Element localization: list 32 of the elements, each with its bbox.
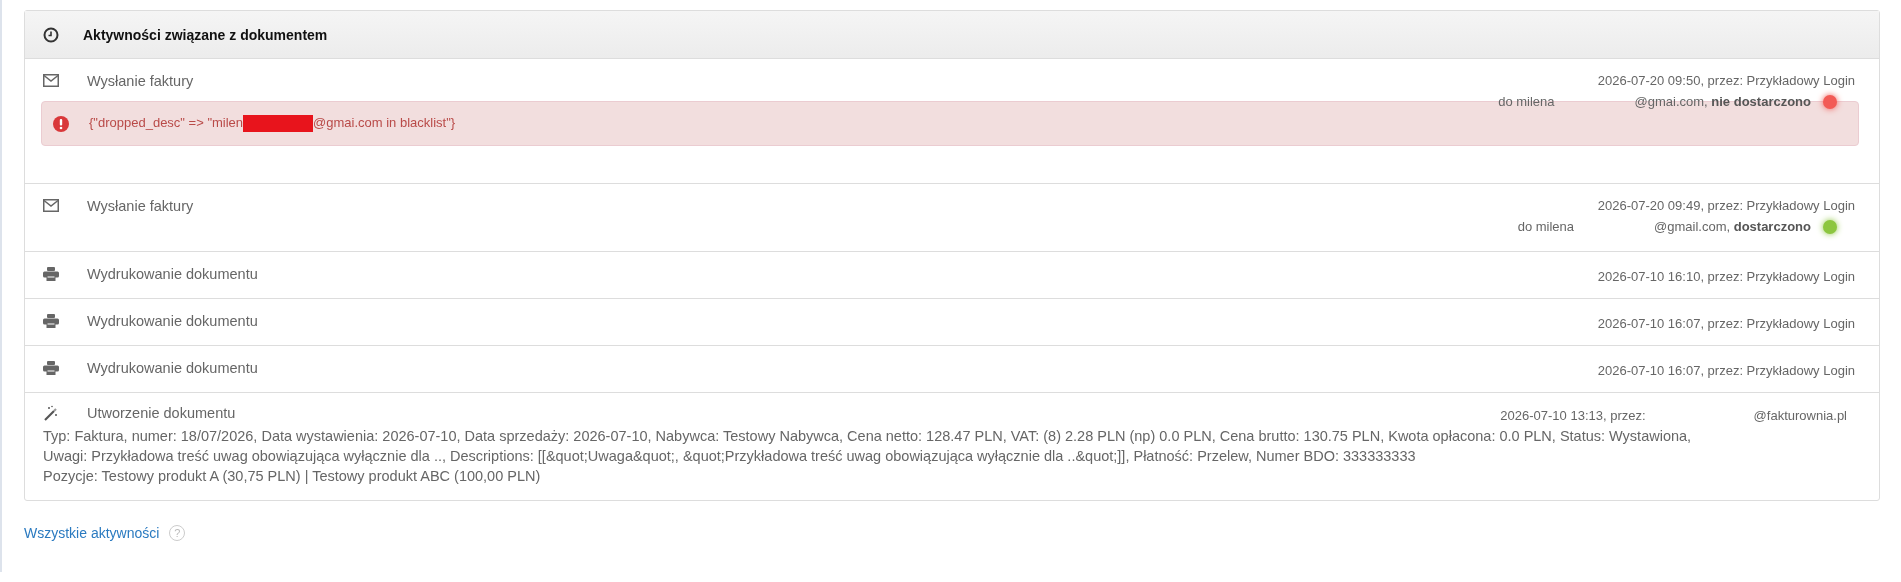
printer-icon <box>43 267 59 281</box>
panel-title: Aktywności związane z dokumentem <box>83 26 328 43</box>
activity-timestamp: 2026-07-10 16:07, przez: Przykładowy Login <box>1597 363 1855 378</box>
printer-icon <box>43 314 59 328</box>
activity-timestamp: 2026-07-20 09:49, przez: Przykładowy Login <box>1597 198 1855 213</box>
envelope-icon <box>43 74 59 87</box>
recipient-text: do milena <box>1498 94 1555 109</box>
redaction-mark <box>243 115 314 132</box>
author-email: @fakturownia.pl <box>1753 408 1847 423</box>
envelope-icon <box>43 199 59 212</box>
printer-icon <box>43 361 59 375</box>
error-message: @gmai.com in blacklist"} <box>313 115 456 132</box>
activity-timestamp: 2026-07-10 13:13, przez: <box>1500 408 1646 423</box>
activity-details: Pozycje: Testowy produkt A (30,75 PLN) | Testowy produkt ABC (100,00 PLN) <box>43 467 542 486</box>
activity-title: Utworzenie dokumentu <box>87 404 237 421</box>
activity-title: Wysłanie faktury <box>87 197 195 214</box>
error-message: {"dropped_desc" => "milen <box>89 115 244 132</box>
all-activities-link[interactable]: Wszystkie aktywności <box>24 525 160 541</box>
activity-timestamp: 2026-07-20 09:50, przez: Przykładowy Login <box>1597 73 1855 88</box>
clock-icon <box>43 26 59 43</box>
activity-title: Wydrukowanie dokumentu <box>87 359 259 376</box>
activity-details: Typ: Faktura, numer: 18/07/2026, Data wystawienia: 2026-07-10, Data sprzedaży: 2026-07-10, Nabywca: Testowy Nabywca, Cena netto: 128.47 PLN, VAT: (8) 2.28 PLN (np) 0.0 PLN, Cena brutto: 130.75 PLN, Kwota opłacona: 0.0 PLN, Status: Wystawiona, Uwagi: Przykładowa treść uwag obowiązująca wyłącznie dla .., Descriptions: [[&quot;Uwaga&quot;, &quot;Przykładowa treść uwag obowiązująca wyłącznie dla ..&quot;]], Płatność: Przelew, Numer BDO: 333333333 <box>43 427 1693 466</box>
activity-title: Wysłanie faktury <box>87 72 195 89</box>
activity-timestamp: 2026-07-10 16:07, przez: Przykładowy Login <box>1597 316 1855 331</box>
magic-wand-icon <box>43 405 59 421</box>
activity-title: Wydrukowanie dokumentu <box>87 265 259 282</box>
delivery-status: @gmail.com, dostarczono <box>1654 219 1811 234</box>
recipient-text: do milena <box>1517 219 1575 234</box>
delivery-status: @gmai.com, nie dostarczono <box>1634 94 1811 109</box>
activity-timestamp: 2026-07-10 16:10, przez: Przykładowy Login <box>1597 269 1855 284</box>
error-icon <box>53 115 69 132</box>
activity-title: Wydrukowanie dokumentu <box>87 312 259 329</box>
